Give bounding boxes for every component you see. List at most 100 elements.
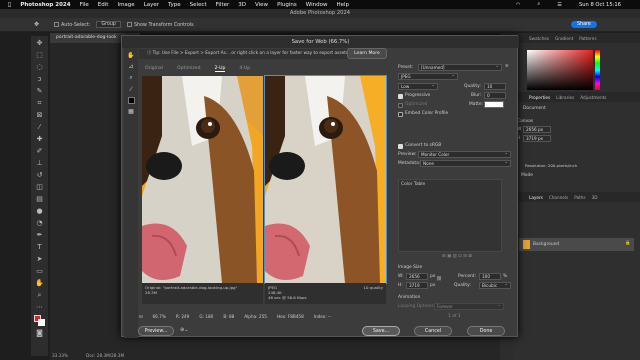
- more-tools-icon[interactable]: ⋯: [35, 303, 44, 312]
- progressive-checkbox[interactable]: [398, 94, 403, 99]
- blur-field[interactable]: 0: [484, 92, 506, 99]
- zoom-tool-icon[interactable]: ⌕: [124, 74, 138, 82]
- matte-swatch[interactable]: [484, 101, 504, 108]
- tab-libraries[interactable]: Libraries: [556, 95, 574, 100]
- tab-adjustments[interactable]: Adjustments: [580, 95, 606, 100]
- cancel-button[interactable]: Cancel: [414, 326, 452, 336]
- menu-edit[interactable]: Edit: [98, 2, 109, 8]
- artboard-tool-icon[interactable]: ⬚: [35, 51, 44, 60]
- menubar-clock[interactable]: Sun 8 Oct 15:16: [579, 2, 621, 8]
- path-select-icon[interactable]: ➤: [35, 255, 44, 264]
- frame-tool-icon[interactable]: ⊠: [35, 111, 44, 120]
- zoom-readout[interactable]: 33.33%: [52, 353, 68, 360]
- hand-tool-icon[interactable]: ✋: [124, 52, 138, 59]
- type-tool-icon[interactable]: T: [35, 243, 44, 252]
- menu-type[interactable]: Type: [168, 2, 181, 8]
- hue-slider[interactable]: [595, 50, 600, 90]
- pen-tool-icon[interactable]: ✒: [35, 231, 44, 240]
- tab-properties[interactable]: Properties: [529, 95, 550, 100]
- optimized-checkbox[interactable]: [398, 103, 403, 108]
- format-select[interactable]: JPEG: [398, 73, 458, 80]
- menu-file[interactable]: File: [80, 2, 89, 8]
- looping-select[interactable]: Forever: [434, 303, 504, 310]
- lasso-tool-icon[interactable]: ↄ: [35, 75, 44, 84]
- metadata-select[interactable]: None: [420, 160, 511, 167]
- move-tool-icon[interactable]: ✥: [35, 39, 44, 48]
- tab-gradient[interactable]: Gradient: [555, 36, 573, 41]
- percent-field[interactable]: 100: [479, 273, 501, 280]
- apple-icon[interactable]: : [8, 2, 11, 8]
- menu-view[interactable]: View: [255, 2, 268, 8]
- color-table-tools-icon[interactable]: ⊞ ▣ ▥ ⊡ ⊟ ⊠: [442, 254, 472, 259]
- preview-select[interactable]: Monitor Color: [418, 151, 511, 158]
- gradient-tool-icon[interactable]: ▤: [35, 195, 44, 204]
- tab-optimized[interactable]: Optimized: [177, 66, 201, 71]
- original-preview-pane[interactable]: [142, 76, 263, 283]
- menu-app-name[interactable]: Photoshop 2024: [20, 2, 70, 8]
- menu-layer[interactable]: Layer: [144, 2, 159, 8]
- zoom-minus-button[interactable]: ⊟: [139, 314, 143, 319]
- quick-select-tool-icon[interactable]: ✎: [35, 87, 44, 96]
- menu-help[interactable]: Help: [336, 2, 349, 8]
- tab-3d[interactable]: 3D: [592, 195, 598, 200]
- save-button[interactable]: Save...: [362, 326, 400, 336]
- dodge-tool-icon[interactable]: ◔: [35, 219, 44, 228]
- quality-level-select[interactable]: Low: [398, 83, 438, 90]
- menu-select[interactable]: Select: [190, 2, 207, 8]
- done-button[interactable]: Done: [467, 326, 505, 336]
- embed-profile-checkbox[interactable]: [398, 112, 403, 117]
- quality-field[interactable]: 10: [484, 83, 506, 90]
- optimized-preview-pane[interactable]: [264, 75, 387, 284]
- move-tool-icon[interactable]: ✥: [34, 21, 39, 28]
- slice-select-icon[interactable]: ⊿: [124, 63, 138, 70]
- tab-patterns[interactable]: Patterns: [579, 36, 596, 41]
- crop-tool-icon[interactable]: ⌗: [35, 99, 44, 108]
- convert-srgb-checkbox[interactable]: [398, 144, 403, 149]
- hand-tool-icon[interactable]: ✋: [35, 279, 44, 288]
- toggle-slices-icon[interactable]: ▦: [124, 108, 138, 115]
- history-brush-icon[interactable]: ↺: [35, 171, 44, 180]
- lock-icon[interactable]: 🔒: [625, 241, 630, 246]
- tab-swatches[interactable]: Swatches: [529, 36, 549, 41]
- zoom-tool-icon[interactable]: ⌕: [35, 291, 44, 300]
- preview-button[interactable]: Preview...: [138, 326, 174, 336]
- background-color-swatch[interactable]: [38, 319, 45, 326]
- width-field[interactable]: 2656: [406, 273, 428, 280]
- auto-select-toggle[interactable]: Auto-Select:: [54, 21, 90, 28]
- color-picker-field[interactable]: [527, 50, 593, 90]
- preset-menu-icon[interactable]: ≡: [505, 64, 509, 69]
- transform-checkbox[interactable]: [126, 21, 132, 27]
- transform-controls-toggle[interactable]: Show Transform Controls: [126, 21, 194, 28]
- stamp-tool-icon[interactable]: ⊥: [35, 159, 44, 168]
- auto-select-checkbox[interactable]: [54, 21, 59, 27]
- search-icon[interactable]: ⌕: [537, 1, 540, 8]
- menu-window[interactable]: Window: [306, 2, 328, 8]
- wifi-icon[interactable]: ◠: [516, 2, 521, 8]
- shape-tool-icon[interactable]: ▭: [35, 267, 44, 276]
- eyedropper-tool-icon[interactable]: ⁄: [35, 123, 44, 132]
- tab-channels[interactable]: Channels: [549, 195, 568, 200]
- marquee-tool-icon[interactable]: ◌: [35, 63, 44, 72]
- eyedropper-color-swatch[interactable]: [127, 97, 135, 104]
- learn-more-button[interactable]: Learn More: [347, 48, 387, 59]
- blur-tool-icon[interactable]: ●: [35, 207, 44, 216]
- tab-original[interactable]: Original: [145, 66, 163, 71]
- browser-icon[interactable]: ⊕⌄: [180, 327, 188, 333]
- canvas-width-field[interactable]: 2656 px: [523, 126, 551, 133]
- dialog-zoom-level[interactable]: 66.7%: [153, 314, 166, 319]
- eyedropper-tool-icon[interactable]: ⁄: [124, 86, 138, 93]
- menu-filter[interactable]: Filter: [216, 2, 230, 8]
- resample-select[interactable]: Bicubic: [479, 282, 511, 289]
- share-button[interactable]: Share: [571, 21, 597, 28]
- menu-image[interactable]: Image: [117, 2, 134, 8]
- preset-select[interactable]: [Unnamed]: [418, 64, 502, 71]
- eraser-tool-icon[interactable]: ◫: [35, 183, 44, 192]
- menu-plugins[interactable]: Plugins: [277, 2, 297, 8]
- tab-layers[interactable]: Layers: [529, 195, 543, 200]
- control-center-icon[interactable]: ☰: [557, 2, 562, 8]
- quick-mask-icon[interactable]: ◙: [35, 329, 44, 338]
- group-select[interactable]: Group: [96, 21, 121, 28]
- link-icon[interactable]: ⛓: [436, 277, 442, 282]
- menu-3d[interactable]: 3D: [238, 2, 246, 8]
- height-field[interactable]: 3719: [406, 282, 428, 289]
